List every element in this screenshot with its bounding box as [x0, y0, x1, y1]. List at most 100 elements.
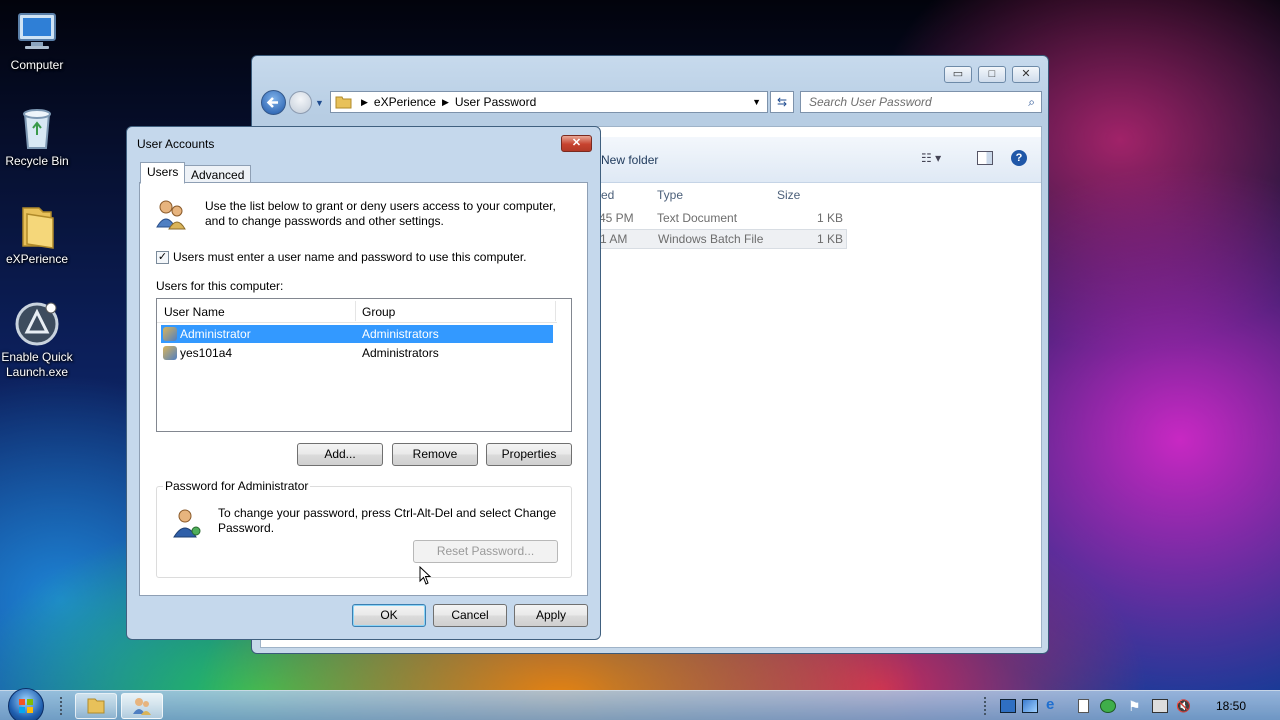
desktop-icon-label: Recycle Bin [5, 154, 69, 168]
ie-tray-icon[interactable]: e [1046, 697, 1062, 712]
password-instructions: To change your password, press Ctrl-Alt-… [218, 506, 557, 535]
column-group[interactable]: Group [362, 305, 395, 319]
column-size[interactable]: Size [777, 188, 800, 202]
back-arrow-icon [266, 97, 278, 108]
recent-pages-dropdown[interactable]: ▼ [315, 98, 324, 108]
users-icon [156, 200, 186, 230]
computer-icon [18, 13, 56, 49]
flag-tray-icon[interactable]: ⚑ [1128, 699, 1144, 713]
tab-label: Advanced [191, 168, 245, 182]
taskbar: e ⚑ 🔇 18:50 [0, 688, 1280, 720]
chevron-down-icon[interactable]: ▼ [752, 97, 761, 107]
taskbar-grip [60, 697, 64, 715]
folder-icon [22, 207, 54, 249]
tray-grip [984, 697, 988, 715]
preview-pane-icon[interactable] [977, 151, 993, 165]
user-key-icon [173, 509, 201, 538]
column-divider [355, 301, 356, 321]
users-tab-panel: Use the list below to grant or deny user… [139, 182, 588, 596]
monitor-tray-icon[interactable] [1000, 699, 1016, 713]
folder-icon [87, 698, 105, 714]
dialog-title: User Accounts [137, 137, 215, 151]
list-item[interactable]: yes101a4 Administrators [161, 344, 553, 362]
start-orb-icon[interactable] [8, 688, 44, 720]
password-groupbox: Password for Administrator To change you… [156, 479, 572, 578]
minimize-button[interactable]: ▭ [944, 66, 972, 83]
search-input[interactable]: Search User Password ⌕ [800, 91, 1042, 113]
column-type[interactable]: Type [657, 188, 683, 202]
file-type: Windows Batch File [658, 232, 764, 246]
new-folder-button[interactable]: New folder [601, 153, 658, 167]
user-group: Administrators [362, 327, 439, 341]
clock[interactable]: 18:50 [1216, 699, 1246, 713]
file-size: 1 KB [816, 211, 843, 225]
user-icon [163, 327, 177, 341]
forward-button[interactable] [289, 91, 312, 114]
security-tray-icon[interactable] [1100, 699, 1116, 713]
network-tray-icon[interactable] [1022, 699, 1038, 713]
desktop-icon-experience[interactable]: eXPerience [0, 202, 74, 267]
back-button[interactable] [261, 90, 286, 115]
close-button[interactable]: ✕ [1012, 66, 1040, 83]
file-type: Text Document [657, 211, 738, 225]
close-button[interactable]: ✕ [561, 135, 592, 152]
file-row[interactable]: 45 PM Text Document 1 KB [599, 208, 847, 228]
file-date: 1 AM [600, 232, 628, 246]
address-bar[interactable]: ▶ eXPerience ▶ User Password ▼ [330, 91, 768, 113]
explorer-taskbar-icon[interactable] [75, 693, 117, 719]
windows-logo-icon [19, 699, 33, 713]
users-list[interactable]: User Name Group Administrator Administra… [156, 298, 572, 432]
power-tray-icon[interactable] [1152, 699, 1168, 713]
desktop-icon-label: Enable Quick Launch.exe [1, 350, 73, 379]
users-icon [133, 698, 151, 715]
desktop-icon-computer[interactable]: Computer [0, 8, 74, 73]
help-icon[interactable]: ? [1011, 150, 1027, 166]
file-size: 1 KB [816, 232, 843, 246]
close-icon: ✕ [571, 137, 582, 149]
breadcrumb-separator-icon: ▶ [361, 96, 368, 107]
mouse-cursor-icon [419, 566, 432, 585]
user-group: Administrators [362, 346, 439, 360]
cancel-button[interactable]: Cancel [433, 604, 507, 627]
users-list-label: Users for this computer: [156, 279, 284, 293]
recycle-bin-icon [23, 109, 51, 149]
add-button[interactable]: Add... [297, 443, 383, 466]
user-name: Administrator [180, 327, 251, 341]
maximize-button[interactable]: □ [978, 66, 1006, 83]
tab-users[interactable]: Users [140, 162, 186, 184]
file-date: 45 PM [599, 211, 634, 225]
properties-button[interactable]: Properties [486, 443, 572, 466]
column-date[interactable]: ed [601, 188, 614, 202]
desktop-icon-enable-quick-launch[interactable]: Enable Quick Launch.exe [0, 300, 74, 380]
remove-button[interactable]: Remove [392, 443, 478, 466]
file-row[interactable]: 1 AM Windows Batch File 1 KB [599, 229, 847, 249]
checkbox-label: Users must enter a user name and passwor… [173, 250, 527, 264]
search-placeholder: Search User Password [809, 95, 932, 109]
refresh-button[interactable]: ⇆ [770, 91, 794, 113]
breadcrumb-separator-icon: ▶ [441, 96, 449, 107]
desktop-icon-recycle-bin[interactable]: Recycle Bin [0, 104, 74, 169]
tab-label: Users [147, 165, 179, 179]
views-icon[interactable]: ☷ ▾ [921, 151, 941, 165]
app-icon [15, 302, 59, 346]
ok-button[interactable]: OK [352, 604, 426, 627]
breadcrumb-item[interactable]: User Password [455, 95, 536, 109]
user-name: yes101a4 [180, 346, 233, 360]
desktop-icon-label: Computer [10, 58, 64, 72]
volume-muted-icon[interactable]: 🔇 [1176, 699, 1192, 713]
checkbox-box[interactable]: ✓ [156, 250, 169, 264]
breadcrumb-item[interactable]: eXPerience [374, 95, 436, 109]
user-icon [163, 346, 177, 360]
list-item[interactable]: Administrator Administrators [161, 325, 553, 343]
apply-button[interactable]: Apply [514, 604, 588, 627]
list-header: User Name Group [157, 299, 557, 323]
desktop-icon-label: eXPerience [5, 252, 69, 266]
user-accounts-taskbar-icon[interactable] [121, 693, 163, 719]
groupbox-title: Password for Administrator [163, 479, 311, 493]
column-divider [555, 301, 556, 321]
document-tray-icon[interactable] [1078, 699, 1089, 713]
reset-password-button[interactable]: Reset Password... [413, 540, 558, 563]
require-password-checkbox[interactable]: ✓ Users must enter a user name and passw… [156, 250, 527, 264]
column-user-name[interactable]: User Name [164, 305, 225, 319]
search-icon: ⌕ [1028, 95, 1035, 109]
